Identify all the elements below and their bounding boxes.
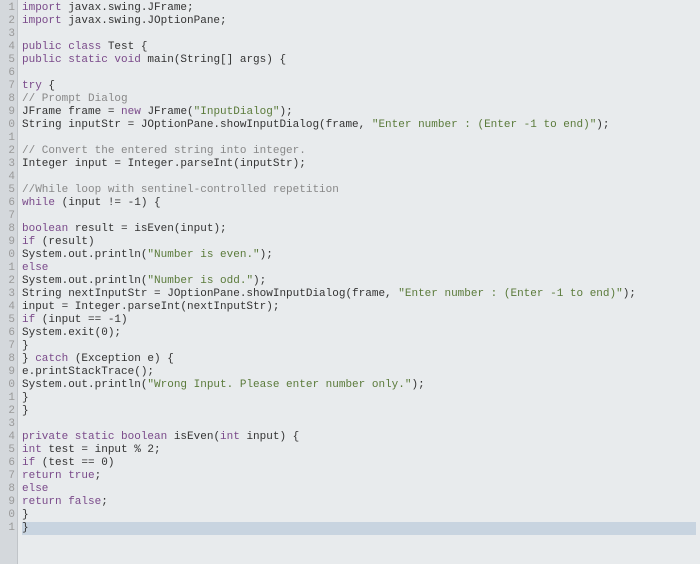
line-number: 5 xyxy=(6,314,15,327)
line-number: 1 xyxy=(6,262,15,275)
line-number: 3 xyxy=(6,418,15,431)
line-number: 5 xyxy=(6,444,15,457)
code-line[interactable]: // Prompt Dialog xyxy=(22,93,696,106)
line-number: 2 xyxy=(6,405,15,418)
code-line[interactable]: } catch (Exception e) { xyxy=(22,353,696,366)
line-number: 0 xyxy=(6,119,15,132)
code-line[interactable]: public static void main(String[] args) { xyxy=(22,54,696,67)
code-line[interactable]: System.out.println("Wrong Input. Please … xyxy=(22,379,696,392)
code-line[interactable]: input = Integer.parseInt(nextInputStr); xyxy=(22,301,696,314)
code-line[interactable] xyxy=(22,210,696,223)
code-line[interactable]: } xyxy=(22,522,696,535)
line-number: 3 xyxy=(6,288,15,301)
code-line[interactable] xyxy=(22,418,696,431)
code-editor[interactable]: 1234567890123456789012345678901234567890… xyxy=(0,0,700,564)
code-area[interactable]: import javax.swing.JFrame;import javax.s… xyxy=(18,0,700,564)
code-line[interactable] xyxy=(22,67,696,80)
code-line[interactable]: System.exit(0); xyxy=(22,327,696,340)
line-number: 7 xyxy=(6,80,15,93)
code-line[interactable]: System.out.println("Number is odd."); xyxy=(22,275,696,288)
line-number: 0 xyxy=(6,379,15,392)
code-line[interactable]: import javax.swing.JFrame; xyxy=(22,2,696,15)
line-number: 9 xyxy=(6,106,15,119)
code-line[interactable]: JFrame frame = new JFrame("InputDialog")… xyxy=(22,106,696,119)
line-number: 3 xyxy=(6,158,15,171)
line-number: 9 xyxy=(6,366,15,379)
line-number: 0 xyxy=(6,249,15,262)
code-line[interactable]: String nextInputStr = JOptionPane.showIn… xyxy=(22,288,696,301)
line-number: 8 xyxy=(6,483,15,496)
code-line[interactable]: boolean result = isEven(input); xyxy=(22,223,696,236)
code-line[interactable] xyxy=(22,171,696,184)
line-number: 4 xyxy=(6,171,15,184)
line-number: 6 xyxy=(6,327,15,340)
code-line[interactable]: else xyxy=(22,483,696,496)
code-line[interactable]: return true; xyxy=(22,470,696,483)
line-number: 5 xyxy=(6,184,15,197)
line-number: 4 xyxy=(6,431,15,444)
line-number: 2 xyxy=(6,145,15,158)
code-line[interactable]: int test = input % 2; xyxy=(22,444,696,457)
code-line[interactable]: String inputStr = JOptionPane.showInputD… xyxy=(22,119,696,132)
code-line[interactable]: public class Test { xyxy=(22,41,696,54)
line-number: 8 xyxy=(6,93,15,106)
code-line[interactable]: // Convert the entered string into integ… xyxy=(22,145,696,158)
code-line[interactable]: try { xyxy=(22,80,696,93)
line-number: 1 xyxy=(6,522,15,535)
code-line[interactable]: if (result) xyxy=(22,236,696,249)
code-line[interactable]: if (test == 0) xyxy=(22,457,696,470)
code-line[interactable]: e.printStackTrace(); xyxy=(22,366,696,379)
line-number: 7 xyxy=(6,470,15,483)
line-number: 2 xyxy=(6,275,15,288)
code-line[interactable]: else xyxy=(22,262,696,275)
code-line[interactable]: } xyxy=(22,392,696,405)
code-line[interactable]: System.out.println("Number is even."); xyxy=(22,249,696,262)
code-line[interactable]: Integer input = Integer.parseInt(inputSt… xyxy=(22,158,696,171)
line-number: 6 xyxy=(6,67,15,80)
line-number: 6 xyxy=(6,197,15,210)
line-number: 4 xyxy=(6,41,15,54)
line-number: 8 xyxy=(6,353,15,366)
line-number: 6 xyxy=(6,457,15,470)
code-line[interactable]: } xyxy=(22,340,696,353)
line-number: 1 xyxy=(6,132,15,145)
code-line[interactable]: //While loop with sentinel-controlled re… xyxy=(22,184,696,197)
line-number: 8 xyxy=(6,223,15,236)
line-number: 0 xyxy=(6,509,15,522)
line-number: 4 xyxy=(6,301,15,314)
line-gutter: 1234567890123456789012345678901234567890… xyxy=(0,0,18,564)
line-number: 9 xyxy=(6,236,15,249)
line-number: 2 xyxy=(6,15,15,28)
line-number: 3 xyxy=(6,28,15,41)
line-number: 9 xyxy=(6,496,15,509)
line-number: 1 xyxy=(6,392,15,405)
code-line[interactable]: } xyxy=(22,509,696,522)
code-line[interactable]: return false; xyxy=(22,496,696,509)
line-number: 5 xyxy=(6,54,15,67)
code-line[interactable]: while (input != -1) { xyxy=(22,197,696,210)
line-number: 1 xyxy=(6,2,15,15)
code-line[interactable]: import javax.swing.JOptionPane; xyxy=(22,15,696,28)
code-line[interactable]: } xyxy=(22,405,696,418)
code-line[interactable]: private static boolean isEven(int input)… xyxy=(22,431,696,444)
line-number: 7 xyxy=(6,210,15,223)
code-line[interactable] xyxy=(22,28,696,41)
code-line[interactable] xyxy=(22,132,696,145)
line-number: 7 xyxy=(6,340,15,353)
code-line[interactable]: if (input == -1) xyxy=(22,314,696,327)
